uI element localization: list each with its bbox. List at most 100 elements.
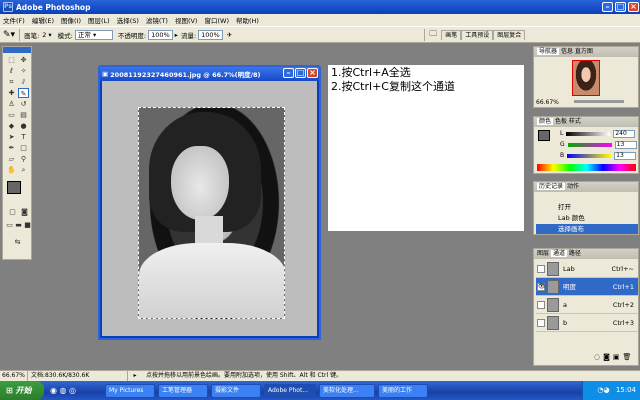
visibility-eye-icon[interactable] [537,319,545,327]
opacity-dropdown-icon[interactable]: ▸ [175,31,178,39]
lasso-tool-icon[interactable]: ℓ [6,66,17,76]
menu-select[interactable]: 选择(S) [117,15,139,25]
opacity-field[interactable]: 100% [148,29,173,40]
channel-row-a[interactable]: a Ctrl+2 [536,296,638,314]
clock[interactable]: 15:04 [616,386,636,394]
navigator-zoom-value[interactable]: 66.67% [536,99,559,106]
jump-to-imageready-icon[interactable]: ⇆ [12,237,23,247]
standard-mode-icon[interactable]: ▢ [7,207,18,217]
eyedropper-tool-icon[interactable]: ⚲ [18,154,29,164]
magic-wand-tool-icon[interactable]: ✧ [18,66,29,76]
brush-tool-icon[interactable]: ✎ [18,88,29,98]
quick-launch-icons[interactable]: ◉ ◍ ◎ [50,386,102,395]
tab-color[interactable]: 颜色 [537,118,554,125]
menu-window[interactable]: 窗口(W) [204,15,229,25]
start-button[interactable]: ⊞ 开始 [0,381,44,400]
navigator-thumbnail[interactable] [572,60,600,96]
tab-history[interactable]: 历史记录 [537,183,566,190]
channel-row-lab[interactable]: Lab Ctrl+~ [536,260,638,278]
doc-close-button[interactable]: × [307,68,318,78]
tab-swatches[interactable]: 色板 [555,118,567,125]
marquee-tool-icon[interactable]: ⬚ [6,55,17,65]
navigator-zoom-slider[interactable] [574,100,624,103]
doc-maximize-button[interactable]: □ [295,68,306,78]
new-channel-icon[interactable]: ▣ [613,353,623,361]
tab-layers[interactable]: 图层 [537,250,549,257]
well-tab-layer-comps[interactable]: 图层复合 [493,29,526,40]
document-canvas-area[interactable] [102,81,317,336]
menu-image[interactable]: 图像(I) [61,15,81,25]
notes-tool-icon[interactable]: ▱ [6,154,17,164]
history-item[interactable]: 打开 [536,202,638,212]
clone-stamp-tool-icon[interactable]: ♙ [6,99,17,109]
eraser-tool-icon[interactable]: ▭ [6,110,17,120]
hand-tool-icon[interactable]: ✋ [6,165,17,175]
menu-help[interactable]: 帮助(H) [236,15,259,25]
color-foreground-swatch[interactable] [538,130,550,141]
color-spectrum-ramp[interactable] [537,164,636,171]
menu-view[interactable]: 视图(V) [175,15,198,25]
menu-file[interactable]: 文件(F) [3,15,25,25]
menu-edit[interactable]: 编辑(E) [32,15,54,25]
task-soften[interactable]: 美软化处理... [319,383,375,398]
well-tab-brushes[interactable]: 画笔 [441,29,462,40]
document-titlebar[interactable]: ▣ 20081192327460961.jpg @ 66.7%(明度/8) – … [100,67,319,81]
tab-styles[interactable]: 样式 [569,118,581,125]
color-slider-1[interactable] [566,131,611,136]
healing-brush-tool-icon[interactable]: ✚ [6,88,17,98]
history-item-selected[interactable]: 选择画布 [536,224,638,234]
airbrush-icon[interactable]: ✈ [227,31,232,39]
tab-navigator[interactable]: 导航器 [537,48,560,55]
slice-tool-icon[interactable]: ⫽ [18,77,29,87]
status-zoom[interactable]: 66.67% [0,371,28,381]
slider-value-3[interactable]: 13 [614,151,637,160]
quick-mask-mode-icon[interactable]: ◙ [19,207,30,217]
crop-tool-icon[interactable]: ⌗ [6,77,17,87]
color-slider-2[interactable] [567,142,612,147]
canvas-image[interactable] [138,107,285,319]
tab-actions[interactable]: 动作 [567,183,579,190]
flow-field[interactable]: 100% [198,29,223,40]
status-arrow-icon[interactable]: ▸ [128,371,142,381]
slider-value-2[interactable]: 13 [614,140,637,149]
channel-row-lightness[interactable]: 👁 明度 Ctrl+1 [536,278,638,296]
mode-select[interactable]: 正常 ▾ [74,29,113,40]
color-slider-3[interactable] [567,153,612,158]
history-brush-tool-icon[interactable]: ↺ [18,99,29,109]
menu-filter[interactable]: 滤镜(T) [146,15,168,25]
status-doc-size[interactable]: 文档:830.6K/830.6K [28,371,128,381]
doc-minimize-button[interactable]: – [283,68,294,78]
visibility-eye-icon[interactable] [537,301,545,309]
zoom-tool-icon[interactable]: ⌕ [18,165,29,175]
path-selection-tool-icon[interactable]: ➤ [6,132,17,142]
tab-paths[interactable]: 路径 [569,250,581,257]
tab-info[interactable]: 信息 [561,48,573,55]
gradient-tool-icon[interactable]: ▤ [18,110,29,120]
task-beautiful-work[interactable]: 美丽的工作 [378,383,428,398]
move-tool-icon[interactable]: ✥ [18,55,29,65]
shape-tool-icon[interactable]: □ [18,143,29,153]
screen-mode-full-icon[interactable]: ■ [22,220,33,230]
brush-size-value[interactable]: 2 [42,31,46,39]
close-button[interactable]: × [628,2,639,12]
task-photo-files[interactable]: 摄影文件 [211,383,261,398]
channel-row-b[interactable]: b Ctrl+3 [536,314,638,332]
type-tool-icon[interactable]: T [18,132,29,142]
file-browser-icon[interactable]: 🗀 [429,28,437,42]
well-tab-tool-presets[interactable]: 工具预设 [461,29,494,40]
trash-icon[interactable]: 🗑 [623,353,635,361]
brush-dropdown-icon[interactable]: ▾ [48,31,51,39]
foreground-color-swatch[interactable] [7,181,21,194]
slider-value-1[interactable]: 240 [613,129,636,138]
brush-tool-icon[interactable]: ✎▾ [3,30,15,40]
load-selection-icon[interactable]: ◌ [594,353,603,361]
pen-tool-icon[interactable]: ✒ [6,143,17,153]
task-manager[interactable]: 工笔管理器 [158,383,208,398]
menu-layer[interactable]: 图层(L) [88,15,110,25]
save-selection-icon[interactable]: ◙ [603,353,613,361]
blur-tool-icon[interactable]: ◆ [6,121,17,131]
dodge-tool-icon[interactable]: ● [18,121,29,131]
visibility-eye-icon[interactable]: 👁 [537,283,546,291]
minimize-button[interactable]: – [602,2,613,12]
tray-icons[interactable]: ◔◕ [597,386,609,394]
